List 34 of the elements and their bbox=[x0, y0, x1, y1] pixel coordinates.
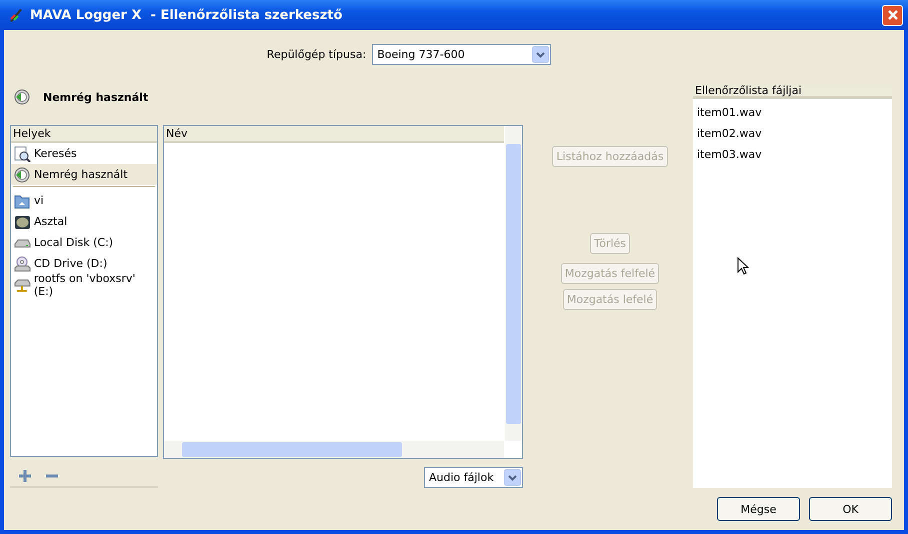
list-item[interactable]: item02.wav bbox=[693, 123, 892, 144]
place-item[interactable]: Keresés bbox=[11, 143, 157, 164]
file-type-dropdown[interactable]: Audio fájlok bbox=[424, 467, 523, 488]
horizontal-scrollbar[interactable] bbox=[164, 441, 504, 458]
dialog-button[interactable]: OK bbox=[809, 497, 892, 521]
close-button[interactable] bbox=[882, 4, 903, 26]
place-item[interactable]: vi bbox=[11, 190, 157, 211]
close-icon bbox=[886, 9, 898, 21]
aircraft-dropdown[interactable]: Boeing 737-600 bbox=[372, 44, 552, 65]
field-label: Repülőgép típusa: bbox=[266, 48, 366, 61]
place-item[interactable]: CD Drive (D:) bbox=[11, 253, 157, 274]
place-item[interactable]: Asztal bbox=[11, 211, 157, 232]
search-icon bbox=[14, 146, 31, 162]
desktop-icon bbox=[14, 214, 31, 230]
clock-icon bbox=[14, 89, 30, 105]
column-header: Ellenőrzőlista fájljai bbox=[693, 85, 892, 99]
clock-icon bbox=[14, 166, 31, 182]
location-title: Nemrég használt bbox=[43, 90, 148, 104]
mouse-pointer-icon bbox=[737, 257, 749, 275]
place-item[interactable]: rootfs on 'vboxsrv' (E:) bbox=[11, 274, 157, 295]
column-header: Név bbox=[164, 126, 504, 143]
window-title: MAVA Logger X - Ellenőrzőlista szerkesztő bbox=[30, 8, 344, 22]
place-item[interactable]: Local Disk (C:) bbox=[11, 232, 157, 253]
app-logo-icon bbox=[8, 7, 24, 23]
place-item[interactable]: Nemrég használt bbox=[11, 164, 157, 185]
list-item[interactable]: item01.wav bbox=[693, 102, 892, 123]
list-item[interactable]: item03.wav bbox=[693, 144, 892, 165]
network-drive-icon bbox=[14, 276, 31, 292]
add-icon bbox=[18, 468, 32, 482]
folder-icon bbox=[14, 192, 31, 208]
column-header: Helyek bbox=[11, 126, 157, 143]
cd-drive-icon bbox=[14, 256, 31, 272]
vertical-scrollbar[interactable] bbox=[505, 126, 522, 441]
dialog-button[interactable]: Mégse bbox=[717, 497, 800, 521]
